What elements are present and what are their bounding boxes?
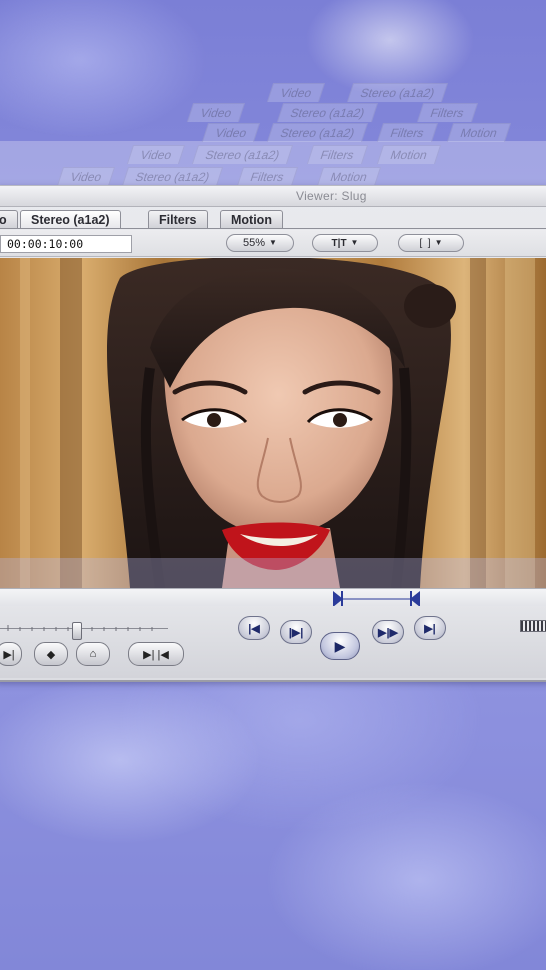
viewer-window: Viewer: Slug o Stereo (a1a2) Filters Mot…	[0, 185, 546, 682]
add-keyframe-icon: ⌂	[89, 648, 97, 660]
ghost-tab: Stereo (a1a2)	[121, 167, 224, 186]
mark-in-icon: ▶|	[3, 648, 15, 661]
tab-divider	[0, 228, 546, 229]
view-options-popup[interactable]: [ ] ▼	[398, 234, 464, 252]
ghost-tab: Motion	[446, 123, 512, 142]
add-marker-button[interactable]: ◆	[34, 642, 68, 666]
shuttle-ticks	[7, 625, 153, 631]
ghost-tab: Stereo (a1a2)	[191, 145, 294, 164]
add-marker-icon: ◆	[46, 648, 56, 661]
ghost-tab: Stereo (a1a2)	[266, 123, 369, 142]
ghost-tab: Motion	[316, 167, 382, 186]
level-meter-icon	[520, 620, 546, 632]
shuttle-thumb[interactable]	[72, 622, 82, 640]
tab-filters[interactable]: Filters	[148, 210, 208, 229]
mark-in-out-icon: ▶| |◀	[143, 648, 169, 661]
play-icon: ▶	[334, 637, 346, 654]
play-in-to-out-button[interactable]: |▶|	[280, 620, 312, 644]
shuttle-slider-track[interactable]	[0, 618, 168, 640]
view-mode-popup[interactable]: T|T ▼	[312, 234, 378, 252]
tab-motion[interactable]: Motion	[220, 210, 283, 229]
zoom-value: 55%	[243, 237, 266, 249]
ghost-tab: Motion	[376, 145, 442, 164]
go-to-previous-edit-button[interactable]: |◀	[238, 616, 270, 640]
zoom-popup[interactable]: 55% ▼	[226, 234, 294, 252]
mark-in-button[interactable]: ▶|	[0, 642, 22, 666]
tab-stereo[interactable]: Stereo (a1a2)	[20, 210, 121, 229]
play-button[interactable]: ▶	[320, 632, 360, 660]
go-to-next-edit-icon: ▶|	[424, 622, 436, 635]
window-title-bar[interactable]: Viewer: Slug	[0, 186, 546, 207]
chevron-down-icon: ▼	[269, 238, 277, 247]
ghost-tab: Video	[126, 145, 186, 164]
tab-bar: o Stereo (a1a2) Filters Motion	[0, 208, 546, 230]
ghost-tab: Video	[266, 83, 326, 102]
timecode-field[interactable]: 00:00:10:00	[0, 235, 132, 253]
viewer-toolbar: 00:00:10:00 55% ▼ T|T ▼ [ ] ▼	[0, 230, 546, 257]
ghost-tab: Filters	[236, 167, 298, 186]
text-overlay-icon: T|T	[331, 238, 347, 249]
chevron-down-icon: ▼	[350, 238, 359, 247]
play-in-to-out-icon: |▶|	[288, 626, 304, 639]
tab-video[interactable]: o	[0, 210, 18, 229]
ghost-tab: Filters	[416, 103, 478, 122]
play-around-current-button[interactable]: ▶|▶	[372, 620, 404, 644]
ghost-tab: Video	[56, 167, 116, 186]
frame-fit-icon: [ ]	[419, 238, 431, 249]
window-title: Viewer: Slug	[296, 189, 367, 203]
video-frame	[0, 258, 546, 588]
go-to-previous-edit-icon: |◀	[248, 622, 260, 635]
ghost-tab: Video	[201, 123, 261, 142]
ghost-tab: Video	[186, 103, 246, 122]
ghost-tab: Filters	[306, 145, 368, 164]
out-point-icon[interactable]	[410, 591, 420, 607]
video-canvas[interactable]	[0, 258, 546, 588]
transport-controls: |◀ |▶| ▶ ▶|▶ ▶| ▶| ◆ ⌂ ▶| |◀	[0, 606, 546, 678]
ghost-window-echo: Video Stereo (a1a2) Video Stereo (a1a2) …	[0, 75, 546, 186]
add-keyframe-button[interactable]: ⌂	[76, 642, 110, 666]
go-to-next-edit-button[interactable]: ▶|	[414, 616, 446, 640]
ghost-tab: Stereo (a1a2)	[276, 103, 379, 122]
ghost-tab: Stereo (a1a2)	[346, 83, 449, 102]
ghost-tab: Filters	[376, 123, 438, 142]
mark-in-out-button[interactable]: ▶| |◀	[128, 642, 184, 666]
play-around-current-icon: ▶|▶	[378, 626, 398, 639]
in-point-icon[interactable]	[333, 591, 343, 607]
chevron-down-icon: ▼	[434, 238, 443, 247]
